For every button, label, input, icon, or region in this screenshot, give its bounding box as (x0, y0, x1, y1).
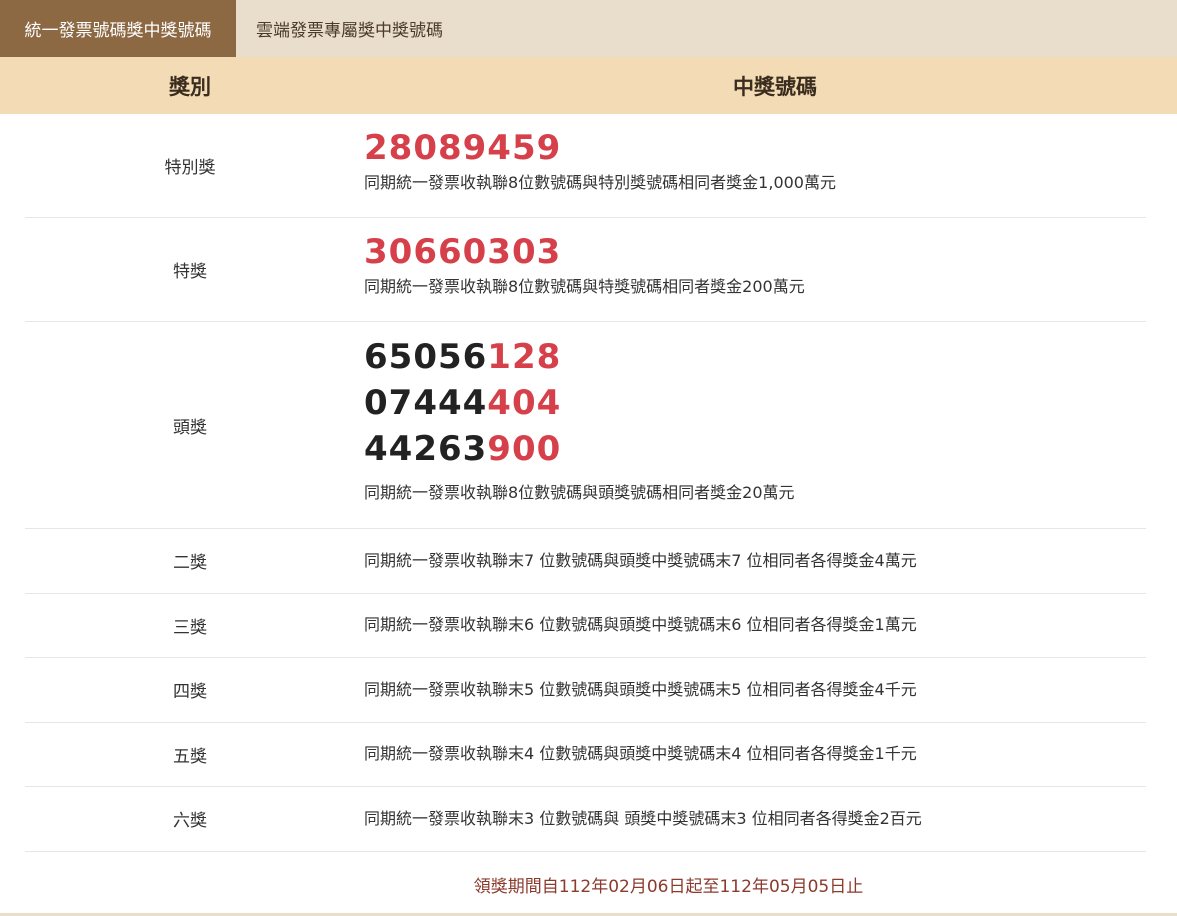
number-head: 65056 (364, 337, 488, 377)
header-winning-numbers: 中獎號碼 (733, 74, 817, 99)
winning-number: 07444404 (364, 380, 1146, 426)
number-tail: 128 (487, 337, 562, 377)
prize-description: 同期統一發票收執聯末3 位數號碼與 頭獎中獎號碼末3 位相同者各得獎金2百元 (364, 808, 922, 828)
prize-name: 頭獎 (173, 417, 207, 438)
table-row-second-prize: 二獎 同期統一發票收執聯末7 位數號碼與頭獎中獎號碼末7 位相同者各得獎金4萬元 (25, 529, 1146, 594)
prize-name: 四獎 (173, 682, 207, 703)
winning-number: 30660303 (364, 232, 562, 272)
prize-description: 同期統一發票收執聯8位數號碼與頭獎號碼相同者獎金20萬元 (364, 483, 795, 502)
prize-name: 五獎 (173, 746, 207, 767)
prize-name: 特別獎 (164, 158, 216, 178)
prize-description: 同期統一發票收執聯末6 位數號碼與頭獎中獎號碼末6 位相同者各得獎金1萬元 (364, 615, 917, 635)
prize-name: 六獎 (173, 811, 207, 832)
prize-name: 二獎 (173, 553, 207, 574)
table-row-fourth-prize: 四獎 同期統一發票收執聯末5 位數號碼與頭獎中獎號碼末5 位相同者各得獎金4千元 (25, 658, 1146, 723)
table-header: 獎別 中獎號碼 (0, 57, 1177, 114)
number-head: 07444 (364, 383, 488, 423)
prize-description: 同期統一發票收執聯8位數號碼與特獎號碼相同者獎金200萬元 (364, 277, 805, 296)
table-row-sixth-prize: 六獎 同期統一發票收執聯末3 位數號碼與 頭獎中獎號碼末3 位相同者各得獎金2百… (25, 787, 1146, 852)
table-row-third-prize: 三獎 同期統一發票收執聯末6 位數號碼與頭獎中獎號碼末6 位相同者各得獎金1萬元 (25, 594, 1146, 658)
tab-invoice-winning-numbers[interactable]: 統一發票號碼獎中獎號碼 (0, 0, 236, 57)
prize-name: 特獎 (173, 262, 207, 282)
prize-name: 三獎 (173, 617, 207, 638)
prize-description: 同期統一發票收執聯末7 位數號碼與頭獎中獎號碼末7 位相同者各得獎金4萬元 (364, 550, 917, 570)
table-row-first-prize: 頭獎 65056128 07444404 44263900 同期統一發票收執聯8… (25, 322, 1146, 529)
claim-period-notice: 領獎期間自112年02月06日起至112年05月05日止 (473, 876, 864, 897)
winning-number: 65056128 (364, 334, 1146, 380)
number-tail: 404 (487, 383, 562, 423)
winning-number: 28089459 (364, 128, 562, 168)
winning-number: 44263900 (364, 426, 1146, 472)
table-row-special-prize: 特別獎 28089459 同期統一發票收執聯8位數號碼與特別獎號碼相同者獎金1,… (25, 114, 1146, 218)
prize-description: 同期統一發票收執聯末5 位數號碼與頭獎中獎號碼末5 位相同者各得獎金4千元 (364, 679, 917, 699)
prize-description: 同期統一發票收執聯8位數號碼與特別獎號碼相同者獎金1,000萬元 (364, 173, 836, 192)
prize-table: 特別獎 28089459 同期統一發票收執聯8位數號碼與特別獎號碼相同者獎金1,… (25, 114, 1146, 852)
header-prize: 獎別 (169, 74, 211, 99)
prize-description: 同期統一發票收執聯末4 位數號碼與頭獎中獎號碼末4 位相同者各得獎金1千元 (364, 744, 917, 764)
number-head: 44263 (364, 429, 488, 469)
number-tail: 900 (487, 429, 562, 469)
table-row-fifth-prize: 五獎 同期統一發票收執聯末4 位數號碼與頭獎中獎號碼末4 位相同者各得獎金1千元 (25, 723, 1146, 787)
tab-bar: 統一發票號碼獎中獎號碼 雲端發票專屬獎中獎號碼 (0, 0, 1177, 57)
table-row-grand-prize: 特獎 30660303 同期統一發票收執聯8位數號碼與特獎號碼相同者獎金200萬… (25, 218, 1146, 322)
tab-cloud-invoice-winning-numbers[interactable]: 雲端發票專屬獎中獎號碼 (236, 0, 463, 57)
